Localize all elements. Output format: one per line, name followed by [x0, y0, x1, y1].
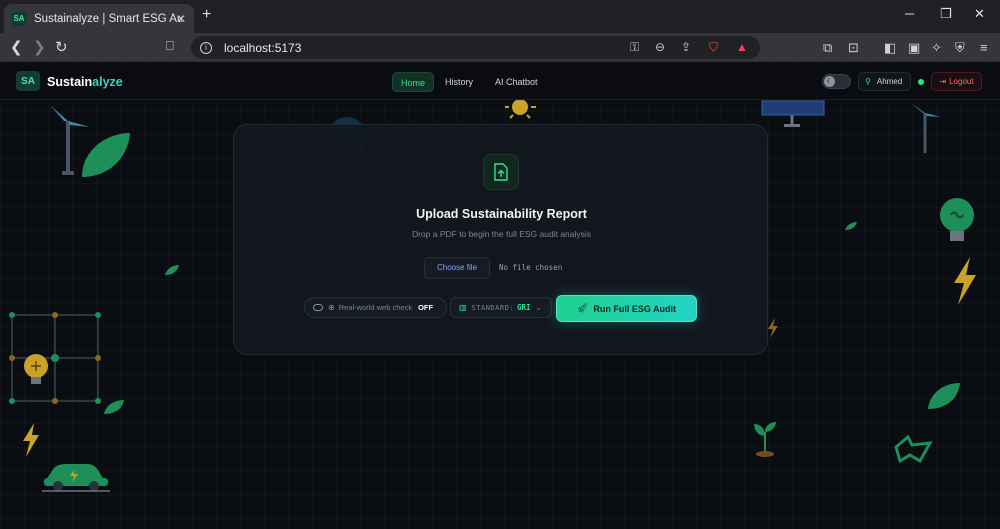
back-icon[interactable]: ❮ [10, 38, 23, 56]
bookmark-icon[interactable]: ⎕ [166, 38, 174, 54]
small-leaf-left-icon [165, 265, 179, 275]
extensions-icon[interactable]: ⧉ [823, 40, 832, 56]
vpn-icon[interactable]: ⛨ [955, 40, 965, 56]
browser-tab[interactable]: SA Sustainalyze | Smart ESG Auditor ✕ [4, 4, 194, 33]
small-leaf-icon [845, 222, 857, 230]
standard-select[interactable]: ▥ STANDARD: GRI ⌄ [450, 297, 552, 318]
sidebar-icon[interactable]: ◧ [884, 40, 896, 56]
leo-ai-icon[interactable]: ✧ [931, 40, 942, 56]
logout-icon: ⇥ [939, 77, 947, 86]
wind-turbine-right-icon [911, 103, 941, 153]
key-icon[interactable]: ⚿ [630, 40, 639, 55]
address-bar[interactable]: i localhost:5173 ⚿ ⊖ ⇪ ⛉ ▲ [191, 36, 760, 59]
lightning-left-icon [23, 423, 39, 457]
web-check-label: Real-world web check [338, 303, 413, 312]
nav-ai-chatbot[interactable]: AI Chatbot [487, 72, 546, 92]
zoom-icon[interactable]: ⊖ [655, 40, 665, 54]
leaf-small-bottom-icon [104, 400, 124, 414]
choose-file-button[interactable]: Choose file [424, 257, 490, 279]
book-icon: ▥ [459, 303, 467, 312]
moon-icon: ☾ [824, 76, 835, 87]
close-window-icon[interactable]: ✕ [974, 6, 985, 22]
leaf-right-bottom-icon [928, 383, 960, 409]
share-icon[interactable]: ⇪ [681, 40, 691, 54]
file-status: No file chosen [499, 263, 563, 272]
run-audit-button[interactable]: 🚀︎ Run Full ESG Audit [556, 295, 697, 322]
standard-value: GRI [517, 303, 531, 312]
forward-icon[interactable]: ❯ [33, 38, 46, 56]
app-page: SA Sustainalyze Home History AI Chatbot … [0, 63, 1000, 529]
sun-icon [505, 99, 536, 119]
menu-icon[interactable]: ≡ [980, 40, 988, 55]
tab-title: Sustainalyze | Smart ESG Auditor [34, 12, 182, 25]
nav-home[interactable]: Home [392, 72, 435, 92]
electric-car-icon [42, 464, 110, 492]
maximize-icon[interactable]: ❐ [940, 6, 952, 22]
user-icon: ⚲ [865, 77, 871, 86]
lightning-mid-icon [768, 318, 778, 338]
solar-panel-icon [761, 100, 825, 127]
theme-toggle[interactable]: ☾ [822, 74, 851, 89]
web-check-toggle[interactable]: ⊕ Real-world web check OFF [304, 297, 447, 318]
reload-icon[interactable]: ↻ [55, 38, 68, 56]
web-check-state: OFF [418, 303, 434, 312]
globe-icon: ⊕ [328, 303, 335, 312]
lightbulb-green-icon [940, 198, 974, 241]
chevron-down-icon: ⌄ [535, 304, 542, 312]
upload-card: Upload Sustainability Report Drop a PDF … [233, 124, 768, 355]
brand-name-part1: Sustain [47, 75, 93, 89]
tab-favicon-icon: SA [12, 11, 26, 26]
browser-tab-strip: SA Sustainalyze | Smart ESG Auditor ✕ + … [0, 0, 1000, 33]
upload-subtitle: Drop a PDF to begin the full ESG audit a… [411, 229, 592, 239]
logout-label: Logout [949, 77, 974, 86]
leaf-icon [82, 133, 130, 177]
standard-label: STANDARD: [471, 303, 514, 312]
sprout-icon [754, 422, 776, 457]
url-text[interactable]: localhost:5173 [224, 41, 301, 55]
brave-rewards-icon[interactable]: ▲ [736, 40, 748, 54]
user-chip[interactable]: ⚲ Ahmed [858, 72, 911, 91]
rocket-icon: 🚀︎ [576, 303, 589, 313]
minimize-icon[interactable]: ─ [905, 6, 914, 21]
lightbulb-yellow-icon [24, 354, 48, 384]
toggle-icon [313, 304, 323, 311]
user-name: Ahmed [876, 77, 903, 86]
new-tab-button[interactable]: + [202, 6, 211, 24]
wallet-icon[interactable]: ▣ [908, 40, 920, 56]
site-info-icon[interactable]: i [200, 41, 212, 54]
online-status-dot [918, 79, 924, 85]
reader-icon[interactable]: ⊡ [848, 40, 859, 56]
lightning-icon [954, 257, 976, 305]
app-header: SA Sustainalyze Home History AI Chatbot … [0, 63, 1000, 100]
brand-name-part2: alyze [92, 75, 123, 89]
recycle-icon [894, 434, 933, 464]
logout-button[interactable]: ⇥ Logout [931, 72, 982, 91]
nav-history[interactable]: History [437, 72, 481, 92]
upload-title: Upload Sustainability Report [416, 207, 587, 221]
brand-name[interactable]: Sustainalyze [47, 75, 123, 89]
brave-shield-icon[interactable]: ⛉ [709, 40, 718, 55]
tab-close-icon[interactable]: ✕ [176, 12, 186, 26]
browser-toolbar: ❮ ❯ ↻ ⎕ i localhost:5173 ⚿ ⊖ ⇪ ⛉ ▲ ⧉ ⊡ ◧… [0, 33, 1000, 62]
logo-icon[interactable]: SA [16, 71, 40, 91]
file-upload-icon [483, 154, 519, 190]
run-audit-label: Run Full ESG Audit [593, 303, 677, 314]
